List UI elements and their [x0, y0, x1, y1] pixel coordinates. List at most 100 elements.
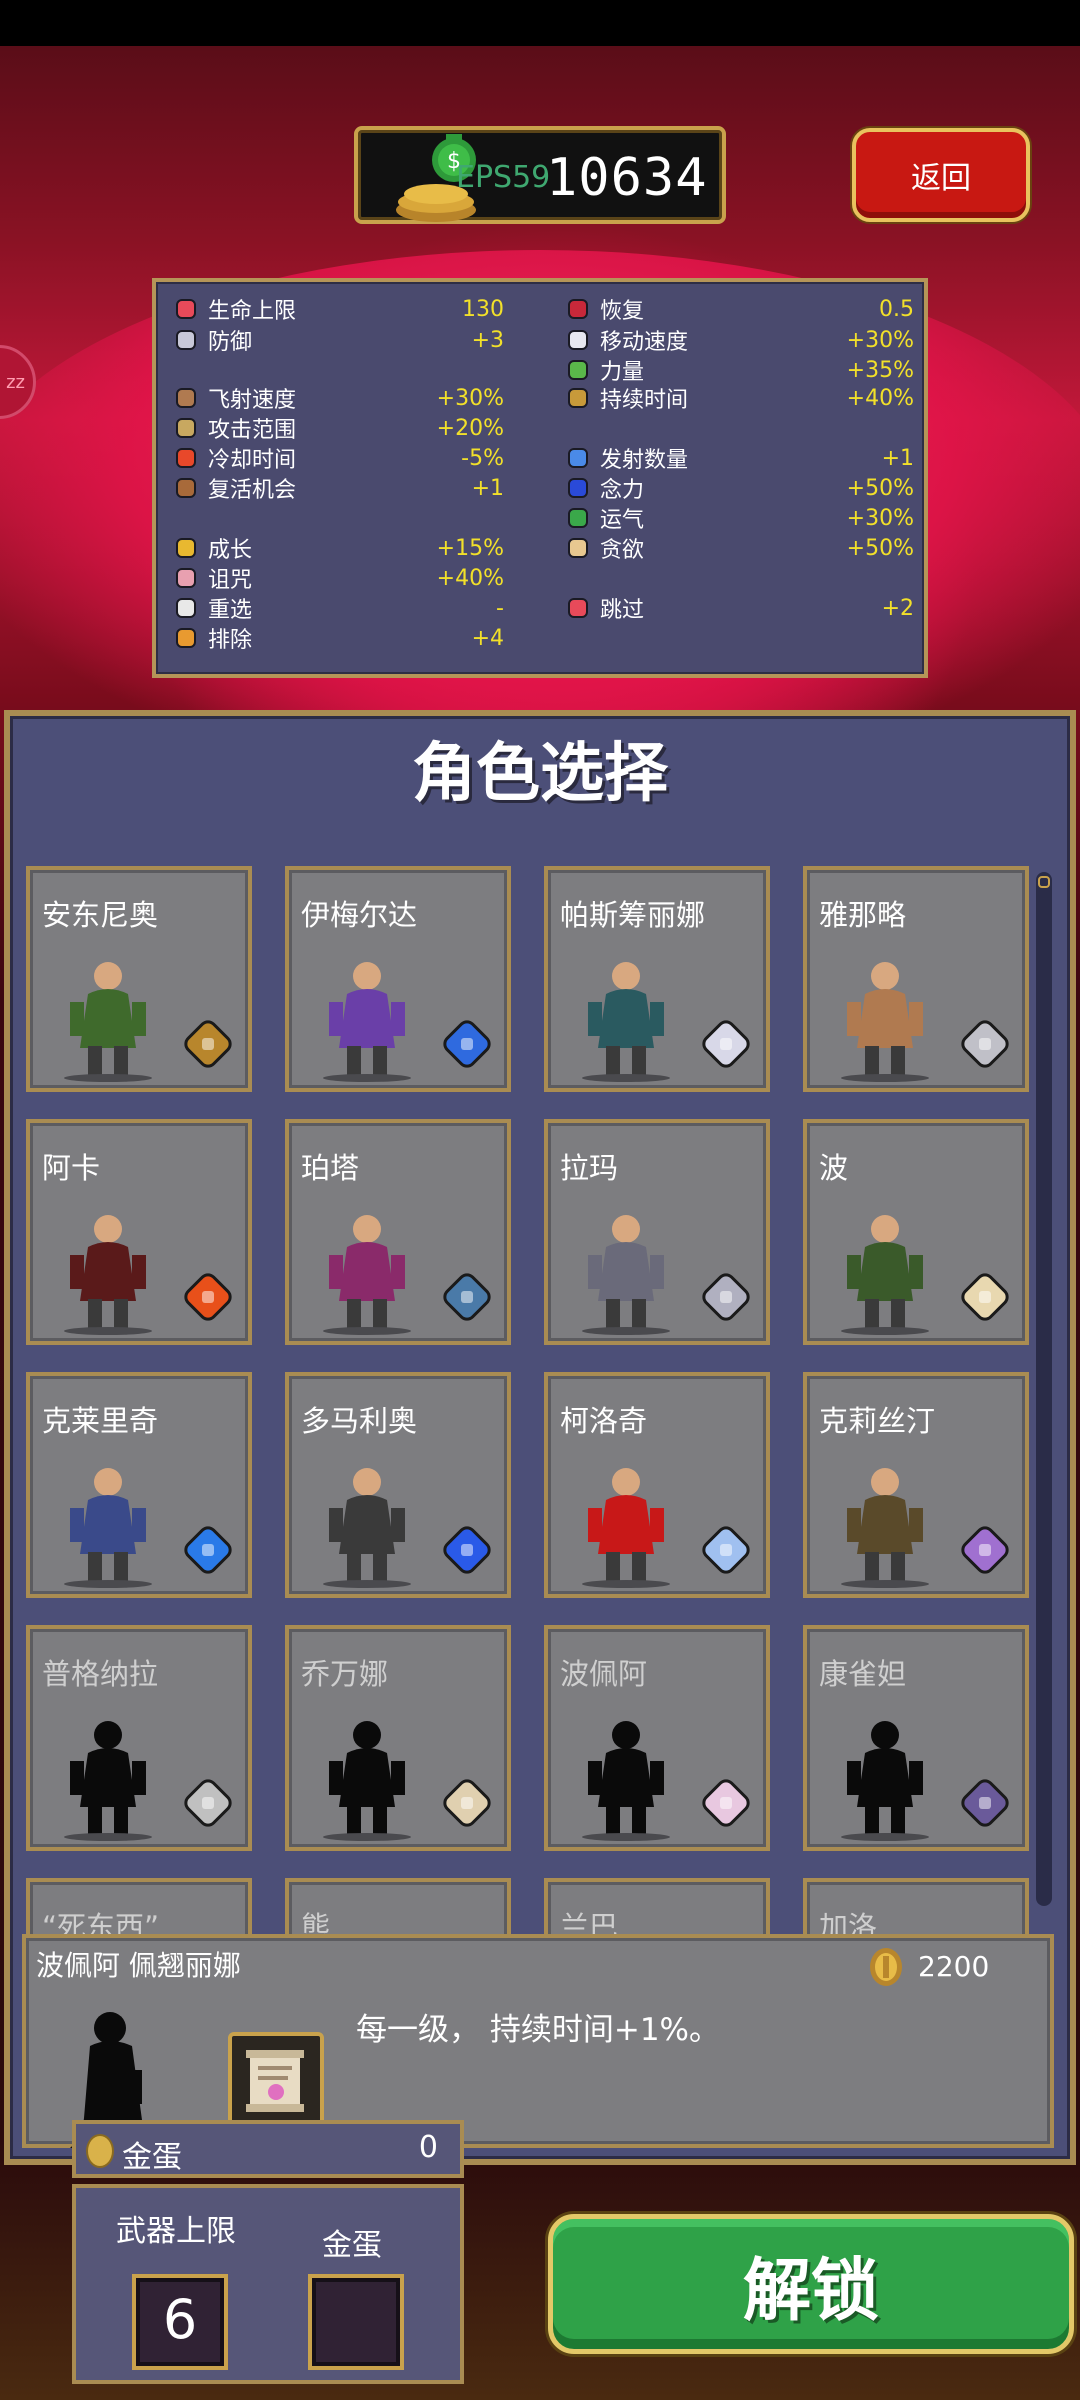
stat-label: 跳过	[600, 598, 645, 623]
slots-box: 武器上限 金蛋 6	[72, 2184, 464, 2384]
character-card[interactable]: 柯洛奇	[544, 1372, 770, 1598]
stat-row: 防御 +3	[172, 325, 504, 355]
character-card[interactable]: 克莱里奇	[26, 1372, 252, 1598]
character-sprite	[323, 1468, 411, 1588]
weapon-limit-slot: 6	[132, 2274, 228, 2370]
character-name: 珀塔	[301, 1151, 360, 1185]
stat-row: 重选 -	[172, 593, 504, 623]
character-card[interactable]: 兰巴	[544, 1878, 770, 1936]
stat-label: 诅咒	[208, 568, 253, 593]
character-card[interactable]: 拉玛	[544, 1119, 770, 1345]
panel-title: 角色选择	[412, 737, 668, 811]
golden-egg-label: 金蛋	[122, 2140, 182, 2175]
stat-value: +1	[881, 445, 914, 471]
character-card[interactable]: 康雀妲	[803, 1625, 1029, 1851]
character-card[interactable]: 伊梅尔达	[285, 866, 511, 1092]
back-button[interactable]: 返回	[852, 128, 1030, 222]
stat-label: 念力	[600, 478, 645, 503]
character-card[interactable]: 克莉丝汀	[803, 1372, 1029, 1598]
character-card[interactable]: 乔万娜	[285, 1625, 511, 1851]
stat-value: +35%	[846, 357, 914, 383]
cross-icon	[702, 1526, 750, 1574]
character-card[interactable]: 安东尼奥	[26, 866, 252, 1092]
song-of-mana-icon	[228, 2032, 324, 2128]
character-card[interactable]: 熊	[285, 1878, 511, 1936]
character-name: 克莱里奇	[42, 1404, 159, 1438]
character-card[interactable]: 雅那略	[803, 866, 1029, 1092]
stat-value: +20%	[436, 415, 504, 441]
stat-label: 冷却时间	[208, 448, 297, 473]
character-sprite	[323, 962, 411, 1082]
scroll-thumb[interactable]	[1038, 876, 1050, 888]
pentagram-icon	[961, 1526, 1009, 1574]
character-card[interactable]: 阿卡	[26, 1119, 252, 1345]
stat-label: 发射数量	[600, 448, 689, 473]
stat-row: 攻击范围 +20%	[172, 413, 504, 443]
golden-egg-icon	[86, 2134, 114, 2168]
character-card[interactable]: “死东西”	[26, 1878, 252, 1936]
bone-icon	[961, 1779, 1009, 1827]
character-name: 安东尼奥	[42, 898, 159, 932]
stats-panel: 生命上限 130 防御 +3 飞射速度 +30% 攻击范围 +20% 冷却时间 -5% 复活机会 +1…	[152, 278, 928, 678]
coin-counter: $ EPS59 10634	[354, 126, 726, 224]
stat-value: +40%	[436, 565, 504, 591]
character-sprite	[64, 962, 152, 1082]
whip-icon	[184, 1020, 232, 1068]
peachone-icon	[443, 1779, 491, 1827]
character-name: 波	[819, 1151, 849, 1185]
character-name: 柯洛奇	[560, 1404, 648, 1438]
character-card[interactable]: 帕斯筹丽娜	[544, 866, 770, 1092]
character-name: 加洛	[819, 1910, 878, 1936]
unlock-button[interactable]: 解锁	[548, 2214, 1074, 2354]
amount-icon	[564, 445, 592, 471]
king-bible-icon	[443, 1526, 491, 1574]
duration-icon	[564, 385, 592, 411]
stat-label: 复活机会	[208, 478, 297, 503]
character-name: 帕斯筹丽娜	[560, 898, 706, 932]
fps-label: EPS59	[456, 160, 551, 195]
stat-value: +50%	[846, 475, 914, 501]
banish-icon	[172, 625, 200, 651]
character-card[interactable]: 多马利奥	[285, 1372, 511, 1598]
character-card[interactable]: 波	[803, 1119, 1029, 1345]
stat-row: 移动速度 +30%	[564, 325, 914, 355]
stat-label: 持续时间	[600, 388, 689, 413]
axe-icon	[702, 1273, 750, 1321]
character-card[interactable]: 加洛	[803, 1878, 1029, 1936]
character-sprite	[841, 962, 929, 1082]
character-name: 雅那略	[819, 898, 907, 932]
scrollbar[interactable]	[1036, 872, 1052, 1906]
magnet-icon	[564, 475, 592, 501]
stat-row: 飞射速度 +30%	[172, 383, 504, 413]
stat-value: +50%	[846, 535, 914, 561]
character-name: 乔万娜	[301, 1657, 389, 1691]
stat-row: 恢复 0.5	[564, 294, 914, 324]
stat-label: 排除	[208, 628, 253, 653]
character-card[interactable]: 珀塔	[285, 1119, 511, 1345]
character-sprite	[582, 1215, 670, 1335]
stat-value: 130	[462, 296, 504, 322]
character-card[interactable]: 波佩阿	[544, 1625, 770, 1851]
might-icon	[564, 357, 592, 383]
recovery-icon	[564, 296, 592, 322]
runetracer-icon	[702, 1020, 750, 1068]
fire-wand-icon	[184, 1273, 232, 1321]
weapon-limit-value: 6	[162, 2288, 198, 2351]
character-card[interactable]: 普格纳拉	[26, 1625, 252, 1851]
golden-egg-count: 0	[418, 2130, 438, 2165]
character-sprite	[64, 1468, 152, 1588]
stat-value: +1	[471, 475, 504, 501]
character-grid[interactable]: 安东尼奥 伊梅尔达 帕斯筹丽娜 雅那略阿卡 珀塔 拉玛 波克莱里奇 多马利奥 柯洛奇 克莉丝汀普格…	[22, 862, 1032, 1936]
revival-icon	[172, 475, 200, 501]
golden-egg-slot[interactable]	[308, 2274, 404, 2370]
character-sprite	[323, 1721, 411, 1841]
character-name: 多马利奥	[301, 1404, 418, 1438]
detail-character-name: 波佩阿 佩翘丽娜	[36, 1949, 241, 1982]
stat-label: 重选	[208, 598, 253, 623]
stat-row: 发射数量 +1	[564, 443, 914, 473]
egg-slot-label: 金蛋	[322, 2228, 382, 2263]
character-name: 熊	[301, 1910, 331, 1936]
garlic-icon	[961, 1273, 1009, 1321]
stat-label: 生命上限	[208, 299, 297, 324]
character-name: 克莉丝汀	[819, 1404, 936, 1438]
